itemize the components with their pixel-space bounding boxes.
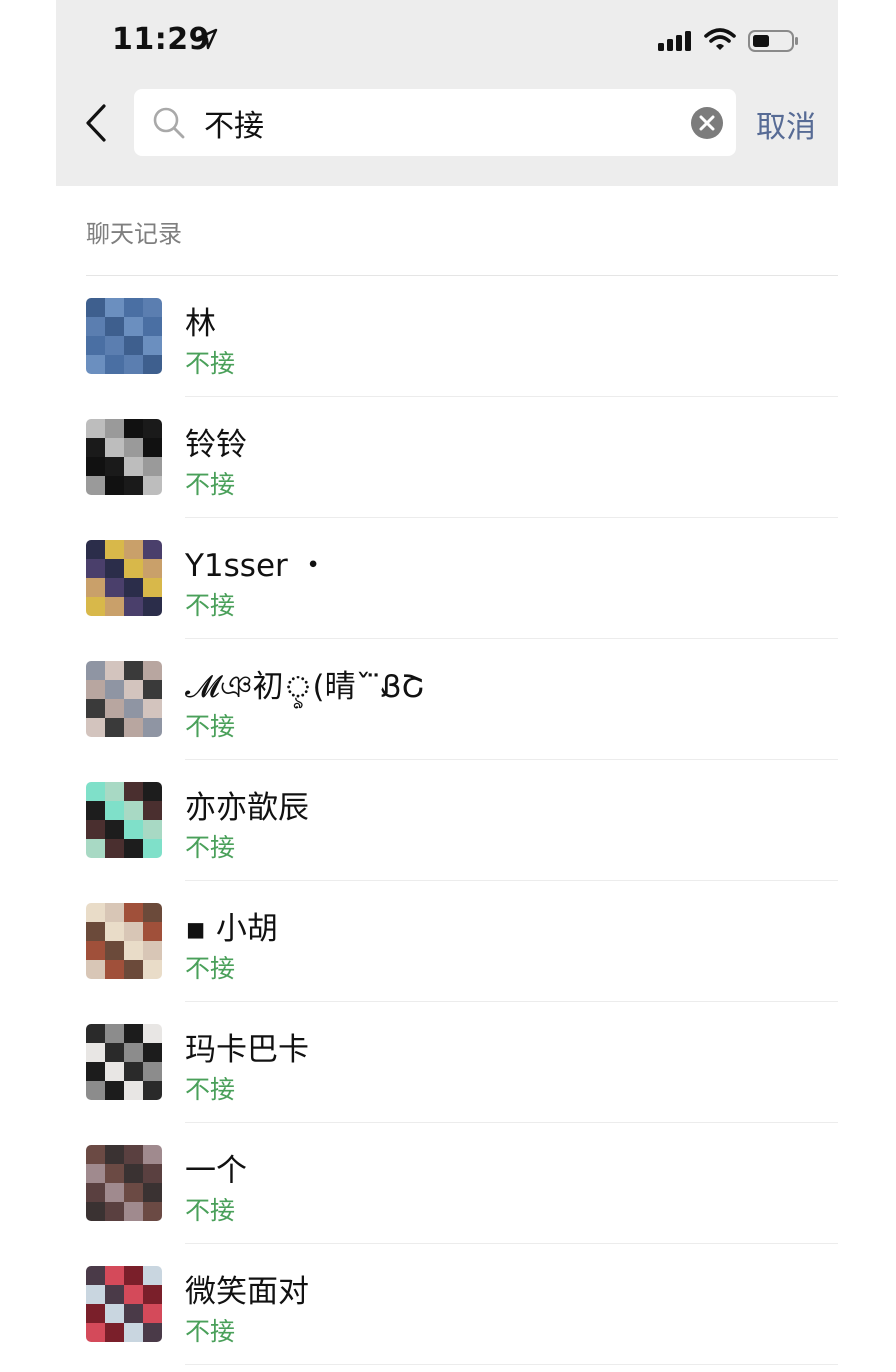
clear-search-icon[interactable] (690, 106, 724, 140)
search-header: 11:29 不接 取消 (56, 0, 838, 186)
battery-icon (748, 30, 798, 52)
contact-name: 玛卡巴卡 (185, 1032, 309, 1068)
avatar (86, 1024, 162, 1100)
list-item[interactable]: ▪ 小胡不接 (56, 881, 838, 1002)
list-item[interactable]: 林不接 (56, 276, 838, 397)
matched-message-snippet: 不接 (185, 1317, 236, 1346)
wechat-search-screen: 11:29 不接 取消 聊天记录 林 不接 铃铃 不接 Y1sser ・ 不接 … (56, 0, 838, 1372)
divider (185, 1364, 838, 1365)
avatar (86, 782, 162, 858)
contact-name: 一个 (185, 1153, 247, 1189)
matched-message-snippet: 不接 (185, 833, 236, 862)
avatar (86, 419, 162, 495)
wifi-icon (704, 28, 736, 50)
avatar (86, 540, 162, 616)
contact-name: 亦亦歆辰 (185, 790, 309, 826)
contact-name: 铃铃 (185, 427, 247, 463)
list-item[interactable]: 铃铃 不接 (56, 397, 838, 518)
matched-message-snippet: 不接 (185, 1075, 236, 1104)
matched-message-snippet: 不接 (185, 470, 236, 499)
list-item[interactable]: 一个 不接 (56, 1123, 838, 1244)
search-icon (153, 107, 185, 139)
matched-message-snippet: 不接 (185, 954, 236, 983)
search-bar[interactable] (134, 89, 736, 156)
section-title-chat-history: 聊天记录 (86, 220, 182, 248)
list-item[interactable]: 亦亦歆辰 不接 (56, 760, 838, 881)
matched-message-snippet: 不接 (185, 712, 236, 741)
avatar (86, 661, 162, 737)
avatar (86, 1145, 162, 1221)
list-item[interactable]: 玛卡巴卡 不接 (56, 1002, 838, 1123)
contact-name: 微笑面对 (185, 1274, 309, 1310)
contact-name: Y1sser ・ (185, 548, 329, 584)
matched-message-snippet: 不接 (185, 1196, 236, 1225)
avatar (86, 1266, 162, 1342)
location-arrow-icon (196, 28, 218, 50)
status-bar: 11:29 (56, 0, 838, 80)
matched-message-snippet: 不接 (185, 349, 236, 378)
avatar (86, 903, 162, 979)
avatar (86, 298, 162, 374)
list-item[interactable]: Y1sser ・不接 (56, 518, 838, 639)
matched-message-snippet: 不接 (185, 591, 236, 620)
contact-name: 林 (185, 306, 216, 342)
cellular-signal-icon (658, 31, 691, 51)
list-item[interactable]: 𝓜ঞ初ৢ(晴ˇ ̈ᏰՇ 不接 (56, 639, 838, 760)
list-item[interactable]: 微笑面对 不接 (56, 1244, 838, 1365)
contact-name: ▪ 小胡 (185, 911, 278, 947)
cancel-button[interactable]: 取消 (756, 102, 816, 146)
back-chevron-icon[interactable] (78, 100, 114, 146)
chat-history-results: 林不接 铃铃 不接 Y1sser ・不接 𝓜ঞ初ৢ(晴ˇ ̈ᏰՇ 不接 亦亦歆辰 不接 ▪ 小胡… (56, 276, 838, 1365)
search-input[interactable] (204, 99, 674, 147)
